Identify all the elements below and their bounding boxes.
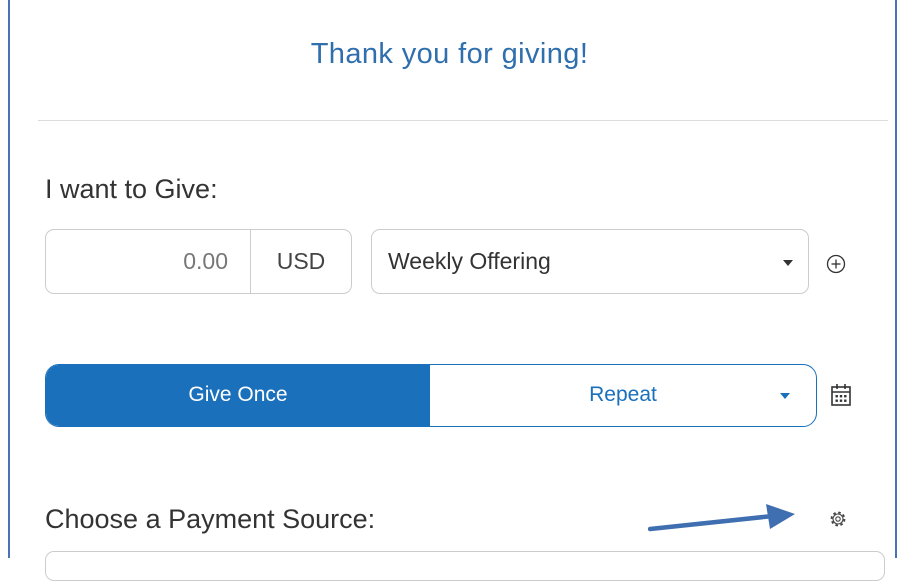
header-divider: [38, 120, 888, 121]
amount-input-group: 0.00 USD: [45, 229, 352, 294]
chevron-down-icon: [780, 393, 790, 399]
gear-icon[interactable]: [827, 508, 849, 530]
repeat-label: Repeat: [589, 383, 657, 406]
chevron-down-icon: [783, 260, 793, 266]
frequency-toggle: Give Once Repeat: [45, 364, 817, 427]
repeat-dropdown[interactable]: Repeat: [430, 365, 816, 426]
plus-circle-icon[interactable]: [826, 254, 846, 274]
payment-source-heading: Choose a Payment Source:: [45, 504, 376, 534]
currency-label: USD: [276, 248, 326, 274]
calendar-icon[interactable]: [829, 382, 853, 408]
payment-source-select[interactable]: [45, 551, 885, 581]
amount-input[interactable]: 0.00: [46, 230, 251, 293]
give-once-button[interactable]: Give Once: [46, 365, 430, 426]
page-title: Thank you for giving!: [310, 38, 589, 70]
fund-select-value: Weekly Offering: [388, 248, 551, 274]
fund-select[interactable]: Weekly Offering: [371, 229, 809, 294]
give-heading: I want to Give:: [45, 174, 218, 204]
annotation-arrow: [648, 504, 795, 532]
